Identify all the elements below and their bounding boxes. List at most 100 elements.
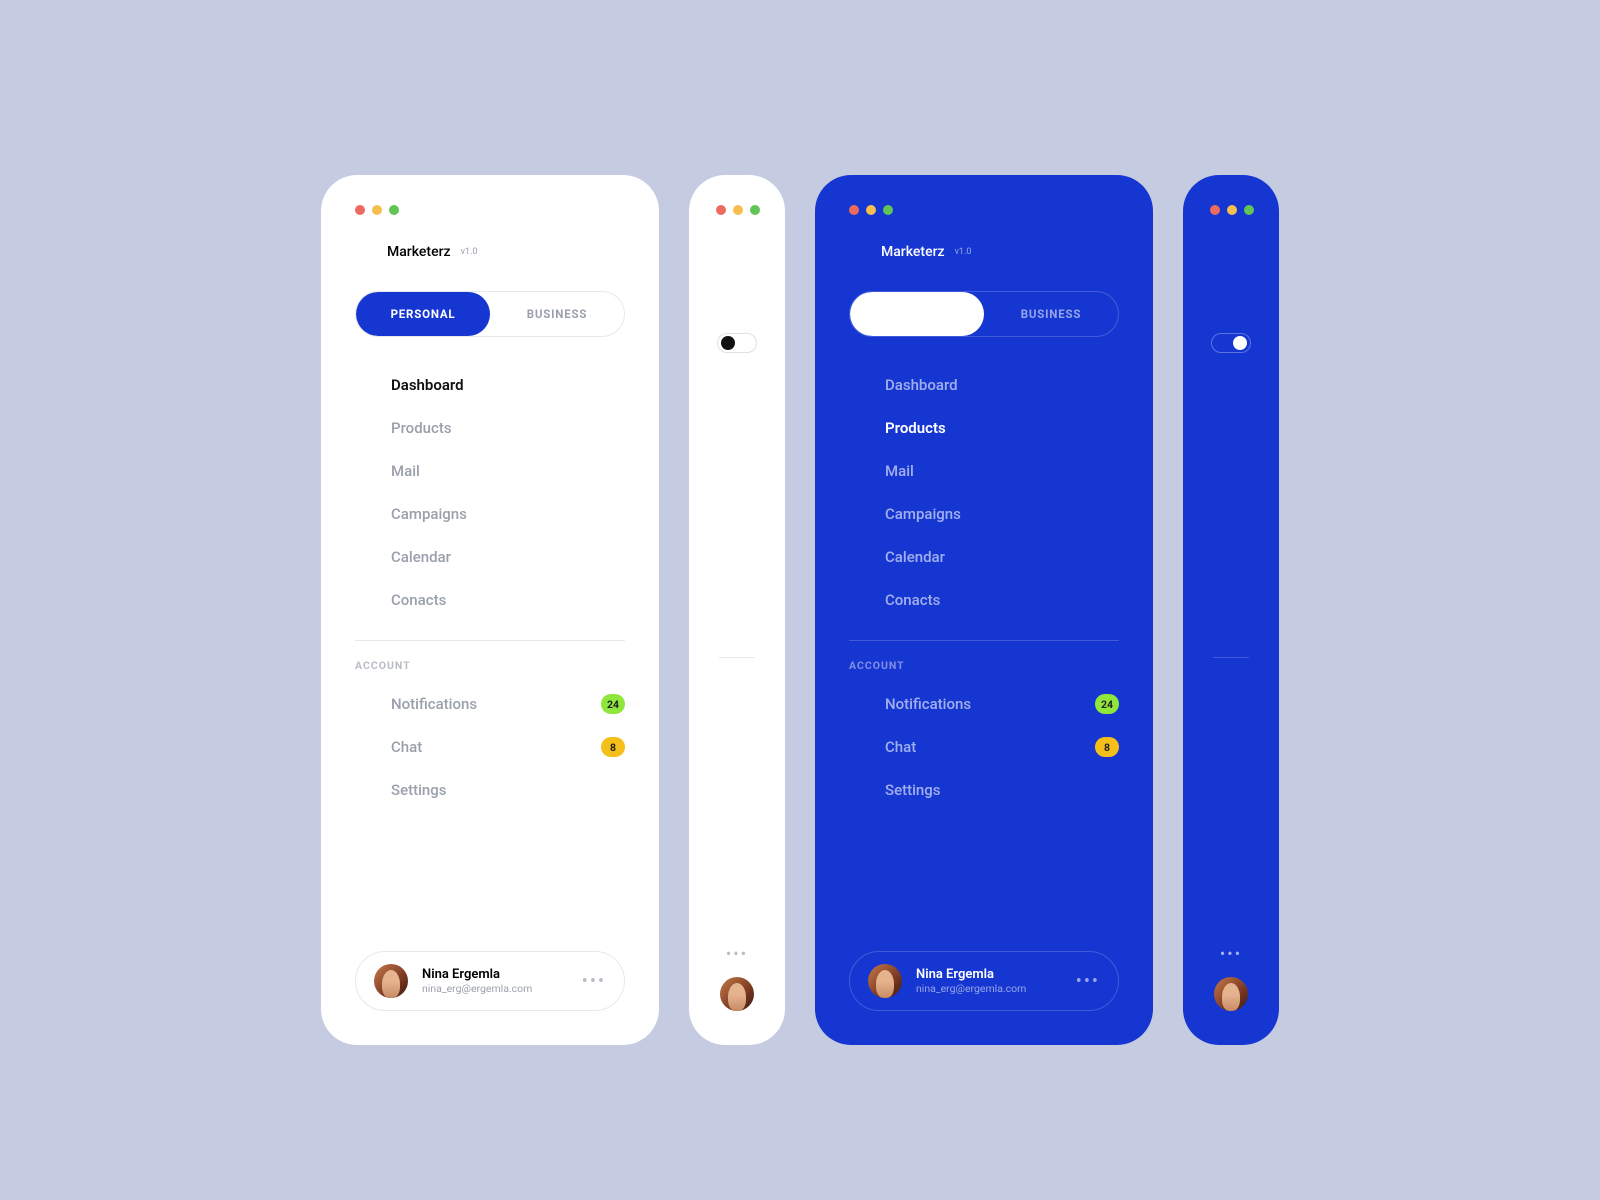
divider <box>849 640 1119 641</box>
main-nav: Dashboard Products Mail Campaigns Calend… <box>849 365 1119 620</box>
tab-business[interactable]: BUSINESS <box>984 292 1118 336</box>
notifications-badge: 24 <box>1095 694 1119 714</box>
nav-notifications[interactable]: Notifications24 <box>355 684 625 724</box>
nav-products[interactable]: Products <box>355 408 625 448</box>
nav-mail[interactable]: Mail <box>849 451 1119 491</box>
nav-notifications[interactable] <box>726 686 748 708</box>
flag-icon <box>727 516 747 536</box>
minimize-window-icon[interactable] <box>733 205 743 215</box>
avatar[interactable] <box>720 977 754 1011</box>
bell-icon <box>1221 687 1241 707</box>
nav-chat[interactable]: Chat8 <box>849 727 1119 767</box>
nav-chat[interactable] <box>1220 732 1242 754</box>
search-button[interactable] <box>1220 287 1242 309</box>
nav-dashboard[interactable] <box>726 377 748 399</box>
nav-chat[interactable]: Chat8 <box>355 727 625 767</box>
maximize-window-icon[interactable] <box>750 205 760 215</box>
search-button[interactable] <box>603 241 625 263</box>
grid-icon <box>355 375 375 395</box>
nav-calendar[interactable] <box>726 561 748 583</box>
nav-campaigns[interactable]: Campaigns <box>355 494 625 534</box>
nav-campaigns[interactable] <box>1220 515 1242 537</box>
nav-settings[interactable] <box>1220 778 1242 800</box>
app-version: v1.0 <box>461 247 478 257</box>
chat-icon <box>1221 733 1241 753</box>
sidebar-dark-expanded: Marketerz v1.0 PERSONAL BUSINESS Dashboa… <box>815 175 1153 1045</box>
nav-dashboard[interactable] <box>1220 377 1242 399</box>
nav-settings[interactable] <box>726 778 748 800</box>
nav-products[interactable] <box>1220 423 1242 445</box>
search-button[interactable] <box>1097 241 1119 263</box>
nav-campaigns[interactable] <box>726 515 748 537</box>
nav-contacts[interactable] <box>726 607 748 629</box>
close-window-icon[interactable] <box>1210 205 1220 215</box>
nav-mail[interactable] <box>1220 469 1242 491</box>
nav-chat[interactable] <box>726 732 748 754</box>
maximize-window-icon[interactable] <box>389 205 399 215</box>
nav-mail[interactable]: Mail <box>355 451 625 491</box>
tab-business[interactable]: BUSINESS <box>490 292 624 336</box>
bag-icon <box>727 424 747 444</box>
more-button[interactable]: ••• <box>1220 944 1242 963</box>
sliders-icon <box>1221 779 1241 799</box>
account-type-tabs: PERSONAL BUSINESS <box>849 291 1119 337</box>
sliders-icon <box>355 780 375 800</box>
minimize-window-icon[interactable] <box>1227 205 1237 215</box>
close-window-icon[interactable] <box>355 205 365 215</box>
logo-icon <box>1220 241 1242 263</box>
calendar-icon <box>1221 562 1241 582</box>
chat-badge: 8 <box>1095 737 1119 757</box>
theme-toggle[interactable] <box>1211 333 1251 353</box>
account-nav: Notifications24 Chat8 Settings <box>355 684 625 810</box>
profile-name: Nina Ergemla <box>916 967 1062 982</box>
nav-notifications[interactable]: Notifications24 <box>849 684 1119 724</box>
nav-settings[interactable]: Settings <box>849 770 1119 810</box>
profile-card[interactable]: Nina Ergemla nina_erg@ergemla.com ••• <box>355 951 625 1011</box>
toggle-knob <box>1233 336 1247 350</box>
account-nav: Notifications24 Chat8 Settings <box>849 684 1119 810</box>
nav-label: Settings <box>391 781 625 799</box>
nav-label: Campaigns <box>885 505 1119 523</box>
nav-settings[interactable]: Settings <box>355 770 625 810</box>
nav-products[interactable]: Products <box>849 408 1119 448</box>
divider <box>1213 657 1249 658</box>
nav-dashboard[interactable]: Dashboard <box>849 365 1119 405</box>
nav-label: Dashboard <box>391 376 625 394</box>
profile-card[interactable]: Nina Ergemla nina_erg@ergemla.com ••• <box>849 951 1119 1011</box>
nav-notifications[interactable] <box>1220 686 1242 708</box>
close-window-icon[interactable] <box>849 205 859 215</box>
tab-personal[interactable]: PERSONAL <box>356 292 490 336</box>
nav-calendar[interactable] <box>1220 561 1242 583</box>
minimize-window-icon[interactable] <box>866 205 876 215</box>
app-version: v1.0 <box>955 247 972 257</box>
maximize-window-icon[interactable] <box>1244 205 1254 215</box>
nav-contacts[interactable] <box>1220 607 1242 629</box>
search-button[interactable] <box>726 287 748 309</box>
brand: Marketerz v1.0 <box>355 241 477 263</box>
sidebar-dark-collapsed: ••• <box>1183 175 1279 1045</box>
nav-label: Mail <box>391 462 625 480</box>
nav-products[interactable] <box>726 423 748 445</box>
more-button[interactable]: ••• <box>726 944 748 963</box>
window-controls <box>849 205 1119 215</box>
nav-contacts[interactable]: Conacts <box>355 580 625 620</box>
tab-personal[interactable]: PERSONAL <box>850 292 984 336</box>
avatar[interactable] <box>1214 977 1248 1011</box>
profile-more-button[interactable]: ••• <box>582 971 606 992</box>
minimize-window-icon[interactable] <box>372 205 382 215</box>
nav-calendar[interactable]: Calendar <box>355 537 625 577</box>
nav-mail[interactable] <box>726 469 748 491</box>
app-name: Marketerz <box>387 244 451 260</box>
avatar <box>374 964 408 998</box>
nav-contacts[interactable]: Conacts <box>849 580 1119 620</box>
close-window-icon[interactable] <box>716 205 726 215</box>
account-type-tabs: PERSONAL BUSINESS <box>355 291 625 337</box>
maximize-window-icon[interactable] <box>883 205 893 215</box>
nav-campaigns[interactable]: Campaigns <box>849 494 1119 534</box>
nav-dashboard[interactable]: Dashboard <box>355 365 625 405</box>
profile-more-button[interactable]: ••• <box>1076 971 1100 992</box>
bell-icon <box>355 694 375 714</box>
theme-toggle[interactable] <box>717 333 757 353</box>
nav-label: Mail <box>885 462 1119 480</box>
nav-calendar[interactable]: Calendar <box>849 537 1119 577</box>
